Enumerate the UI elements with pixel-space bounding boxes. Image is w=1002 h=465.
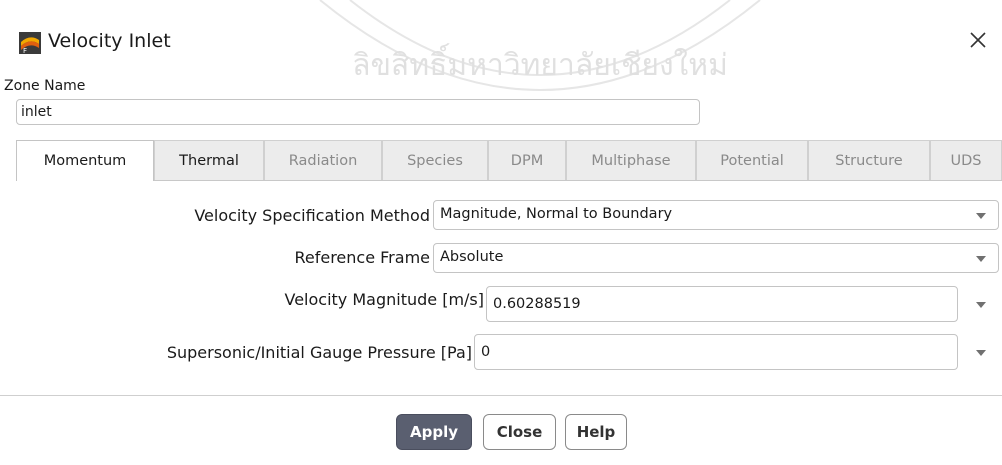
fluent-app-icon: F (19, 32, 41, 54)
velocity-magnitude-chevron-down-icon[interactable] (976, 302, 986, 308)
apply-button[interactable]: Apply (396, 414, 472, 450)
reference-frame-chevron-down-icon[interactable] (976, 256, 986, 262)
tab-uds[interactable]: UDS (930, 140, 1002, 180)
gauge-pressure-input[interactable]: 0 (474, 334, 958, 370)
zone-name-label: Zone Name (4, 78, 86, 94)
tab-bar: Momentum Thermal Radiation Species DPM M… (16, 140, 1002, 181)
velocity-method-label: Velocity Specification Method (194, 206, 430, 225)
watermark-text: ลิขสิทธิ์มหาวิทยาลัยเชียงใหม่ (352, 43, 728, 83)
velocity-magnitude-input[interactable]: 0.60288519 (486, 286, 958, 322)
tab-structure[interactable]: Structure (808, 140, 930, 180)
help-button[interactable]: Help (565, 414, 627, 450)
window-title: Velocity Inlet (48, 30, 171, 52)
tab-dpm[interactable]: DPM (488, 140, 566, 180)
gauge-pressure-label: Supersonic/Initial Gauge Pressure [Pa] (166, 343, 472, 362)
tab-multiphase[interactable]: Multiphase (566, 140, 696, 180)
tab-potential[interactable]: Potential (696, 140, 808, 180)
title-bar: F Velocity Inlet (0, 0, 1002, 54)
tab-radiation[interactable]: Radiation (264, 140, 382, 180)
velocity-method-select[interactable]: Magnitude, Normal to Boundary (433, 200, 999, 230)
reference-frame-select[interactable]: Absolute (433, 243, 999, 273)
footer-divider (0, 395, 1002, 396)
velocity-magnitude-label: Velocity Magnitude [m/s] (284, 290, 485, 309)
close-icon[interactable] (967, 29, 989, 51)
zone-name-field[interactable] (16, 99, 700, 125)
velocity-method-chevron-down-icon[interactable] (976, 213, 986, 219)
tab-momentum[interactable]: Momentum (16, 140, 154, 181)
svg-text:F: F (23, 47, 27, 54)
close-button[interactable]: Close (483, 414, 556, 450)
reference-frame-label: Reference Frame (294, 248, 430, 267)
gauge-pressure-chevron-down-icon[interactable] (976, 350, 986, 356)
tab-thermal[interactable]: Thermal (154, 140, 264, 180)
tab-species[interactable]: Species (382, 140, 488, 180)
